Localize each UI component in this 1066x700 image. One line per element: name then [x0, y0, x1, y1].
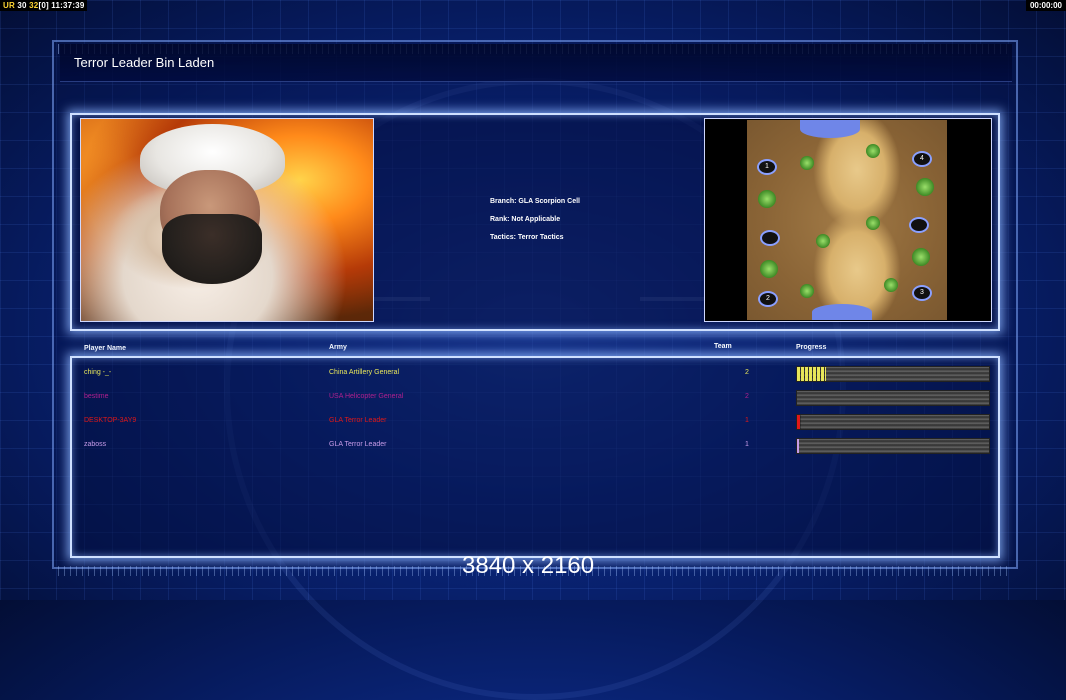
progress-bar [796, 366, 990, 382]
player-name: DESKTOP-3AY9 [84, 417, 137, 424]
map-tree [866, 216, 880, 230]
map-spawn-1: 1 [757, 159, 777, 175]
player-row: DESKTOP-3AY9 GLA Terror Leader 1 [0, 414, 1066, 430]
header-army: Army [329, 344, 347, 351]
player-team: 1 [745, 417, 749, 424]
progress-fill [797, 439, 799, 453]
map-tree [800, 156, 814, 170]
hud-stats: UR 30 32[0] 11:37:39 [0, 0, 88, 11]
roster-panel [70, 356, 1000, 558]
progress-fill [797, 415, 801, 429]
progress-fill [797, 367, 826, 381]
player-row: ching -_- China Artillery General 2 [0, 366, 1066, 382]
map-tree [760, 260, 778, 278]
hud-clock: 11:37:39 [51, 1, 85, 10]
map-tree [816, 234, 830, 248]
map-tree [912, 248, 930, 266]
map-tree [800, 284, 814, 298]
hud-timer: 00:00:00 [1025, 0, 1066, 11]
hud-bracket: [0] [38, 1, 49, 10]
portrait-beard [162, 214, 262, 284]
player-army: GLA Terror Leader [329, 417, 387, 424]
hud-fps-a: 30 [17, 1, 27, 10]
map-tree [916, 178, 934, 196]
general-branch: Branch: GLA Scorpion Cell [490, 198, 580, 205]
header-player-name: Player Name [84, 345, 127, 352]
hud-ur-label: UR [3, 1, 15, 10]
header-team: Team [714, 343, 732, 350]
general-rank: Rank: Not Applicable [490, 216, 561, 223]
player-name: zaboss [84, 441, 107, 448]
player-army: GLA Terror Leader [329, 441, 387, 448]
player-team: 1 [745, 441, 749, 448]
map-tree [866, 144, 880, 158]
general-tactics: Tactics: Terror Tactics [490, 234, 564, 241]
resolution-watermark: 3840 x 2160 [462, 552, 595, 579]
player-name: bestime [84, 393, 109, 400]
header-progress: Progress [796, 344, 827, 351]
player-army: China Artillery General [329, 369, 400, 376]
player-name: ching -_- [84, 369, 112, 376]
player-team: 2 [745, 369, 749, 376]
player-row: bestime USA Helicopter General 2 [0, 390, 1066, 406]
map-spawn-4: 4 [912, 151, 932, 167]
map-water-bottom [812, 304, 872, 320]
player-army: USA Helicopter General [329, 393, 404, 400]
general-title: Terror Leader Bin Laden [74, 55, 215, 70]
map-water-top [800, 120, 860, 138]
player-team: 2 [745, 393, 749, 400]
progress-bar [796, 390, 990, 406]
map-spawn-empty [760, 230, 780, 246]
map-tree [884, 278, 898, 292]
progress-bar [796, 438, 990, 454]
map-spawn-empty [909, 217, 929, 233]
map-tree [758, 190, 776, 208]
player-row: zaboss GLA Terror Leader 1 [0, 438, 1066, 454]
map-spawn-2: 2 [758, 291, 778, 307]
progress-bar [796, 414, 990, 430]
map-spawn-3: 3 [912, 285, 932, 301]
